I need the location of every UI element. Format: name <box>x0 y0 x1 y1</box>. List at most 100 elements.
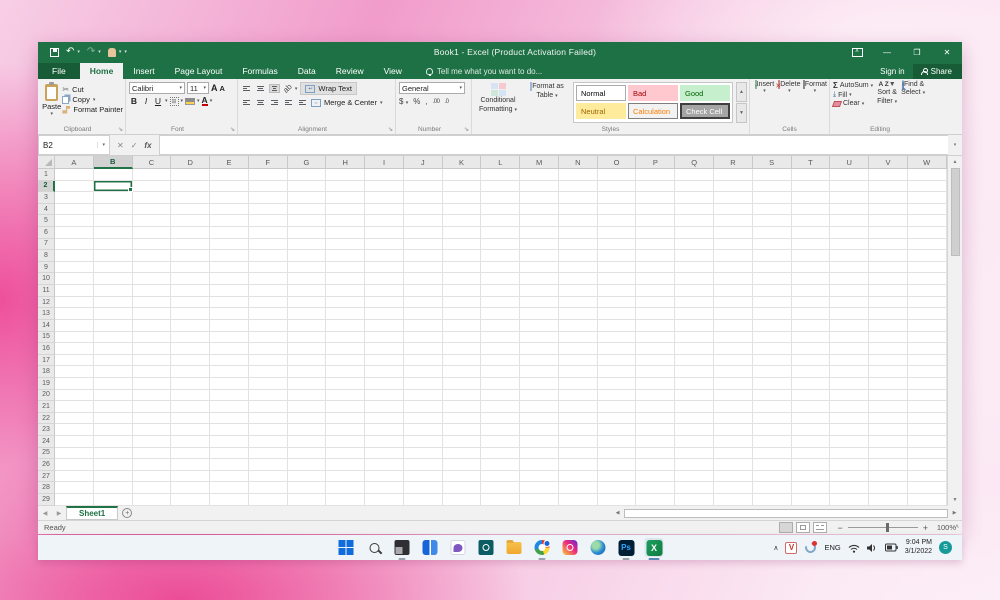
tab-data[interactable]: Data <box>288 63 326 79</box>
cell-M16[interactable] <box>520 343 559 355</box>
v-app-icon[interactable]: V <box>785 541 798 554</box>
cell-W15[interactable] <box>907 331 947 344</box>
cell-P24[interactable] <box>636 436 676 448</box>
cut-button[interactable]: ✂ Cut <box>62 85 123 94</box>
cell-W24[interactable] <box>907 436 947 448</box>
cell-R29[interactable] <box>714 494 753 506</box>
align-center-button[interactable] <box>255 98 266 107</box>
cell-K16[interactable] <box>442 343 482 355</box>
cell-E6[interactable] <box>210 227 249 239</box>
taskbar-search-icon[interactable] <box>365 538 384 557</box>
cell-F7[interactable] <box>248 238 288 251</box>
font-size-select[interactable]: 11 ▾ <box>187 82 209 94</box>
cell-O24[interactable] <box>597 436 637 448</box>
cell-I10[interactable] <box>365 273 404 286</box>
cell-S20[interactable] <box>752 389 792 402</box>
cell-V25[interactable] <box>869 447 908 460</box>
cell-J21[interactable] <box>403 401 443 413</box>
cell-style-check-cell[interactable]: Check Cell <box>680 103 730 119</box>
cell-C14[interactable] <box>132 319 172 332</box>
cell-F2[interactable] <box>248 180 288 193</box>
cell-B11[interactable] <box>93 285 133 297</box>
cell-N12[interactable] <box>558 296 598 309</box>
cell-C2[interactable] <box>132 180 172 193</box>
column-header-G[interactable]: G <box>287 156 327 169</box>
cell-D14[interactable] <box>171 319 211 332</box>
cell-P7[interactable] <box>636 238 676 251</box>
tab-insert[interactable]: Insert <box>123 63 164 79</box>
clipboard-dialog-launcher-icon[interactable]: ⇘ <box>118 126 123 133</box>
cell-K2[interactable] <box>442 180 482 193</box>
cell-F1[interactable] <box>248 169 288 181</box>
row-header-16[interactable]: 16 <box>38 343 55 355</box>
row-header-22[interactable]: 22 <box>38 412 55 425</box>
cell-L1[interactable] <box>481 169 521 181</box>
cell-R23[interactable] <box>714 424 753 437</box>
cell-B6[interactable] <box>93 227 133 239</box>
cell-J29[interactable] <box>403 494 443 506</box>
cell-G7[interactable] <box>287 238 327 251</box>
cell-G15[interactable] <box>287 331 327 344</box>
cell-D22[interactable] <box>171 412 211 425</box>
cell-D11[interactable] <box>171 285 211 297</box>
cell-R6[interactable] <box>714 227 753 239</box>
cell-D9[interactable] <box>171 261 211 274</box>
scroll-down-icon[interactable]: ▼ <box>948 494 962 506</box>
cell-T11[interactable] <box>791 285 831 297</box>
cell-I2[interactable] <box>365 180 404 193</box>
cell-J16[interactable] <box>403 343 443 355</box>
increase-decimal-button[interactable]: .00 <box>433 99 440 105</box>
row-header-3[interactable]: 3 <box>38 192 55 204</box>
cell-E20[interactable] <box>210 389 249 402</box>
cell-style-normal[interactable]: Normal <box>576 85 626 101</box>
cell-A16[interactable] <box>55 343 94 355</box>
cell-I15[interactable] <box>365 331 404 344</box>
cell-T9[interactable] <box>791 261 831 274</box>
cell-J23[interactable] <box>403 424 443 437</box>
cell-A5[interactable] <box>55 215 94 228</box>
accounting-format-button[interactable]: $ ▾ <box>399 97 408 106</box>
battery-icon[interactable] <box>884 543 898 552</box>
cell-T16[interactable] <box>791 343 831 355</box>
cell-I24[interactable] <box>365 436 404 448</box>
cell-E18[interactable] <box>210 366 249 378</box>
cell-I20[interactable] <box>365 389 404 402</box>
cell-W18[interactable] <box>907 366 947 378</box>
cell-O26[interactable] <box>597 459 637 471</box>
cell-G22[interactable] <box>287 412 327 425</box>
cell-N23[interactable] <box>558 424 598 437</box>
cell-R20[interactable] <box>714 389 753 402</box>
cell-M10[interactable] <box>520 273 559 286</box>
cell-C16[interactable] <box>132 343 172 355</box>
alignment-dialog-launcher-icon[interactable]: ⇘ <box>388 126 393 133</box>
cell-J14[interactable] <box>403 319 443 332</box>
cell-P21[interactable] <box>636 401 676 413</box>
number-format-select[interactable]: General ▾ <box>399 82 465 94</box>
cell-N2[interactable] <box>558 180 598 193</box>
cell-M17[interactable] <box>520 354 559 367</box>
cell-W23[interactable] <box>907 424 947 437</box>
sheet-nav-right-icon[interactable]: ▶ <box>52 506 66 520</box>
cell-K10[interactable] <box>442 273 482 286</box>
cell-I21[interactable] <box>365 401 404 413</box>
cell-V7[interactable] <box>869 238 908 251</box>
cell-P17[interactable] <box>636 354 676 367</box>
cell-U10[interactable] <box>830 273 870 286</box>
cell-G1[interactable] <box>287 169 327 181</box>
format-painter-button[interactable]: Format Painter <box>62 105 123 114</box>
cell-Q25[interactable] <box>675 447 715 460</box>
cell-H24[interactable] <box>326 436 366 448</box>
cell-A19[interactable] <box>55 377 94 390</box>
cell-G23[interactable] <box>287 424 327 437</box>
cell-M14[interactable] <box>520 319 559 332</box>
cell-G5[interactable] <box>287 215 327 228</box>
cell-W9[interactable] <box>907 261 947 274</box>
cell-I6[interactable] <box>365 227 404 239</box>
cell-W29[interactable] <box>907 494 947 506</box>
merge-center-button[interactable]: ⇔ Merge & Center ▾ <box>311 98 382 107</box>
cell-E19[interactable] <box>210 377 249 390</box>
cell-F12[interactable] <box>248 296 288 309</box>
row-header-11[interactable]: 11 <box>38 285 55 297</box>
cell-M5[interactable] <box>520 215 559 228</box>
cell-M11[interactable] <box>520 285 559 297</box>
